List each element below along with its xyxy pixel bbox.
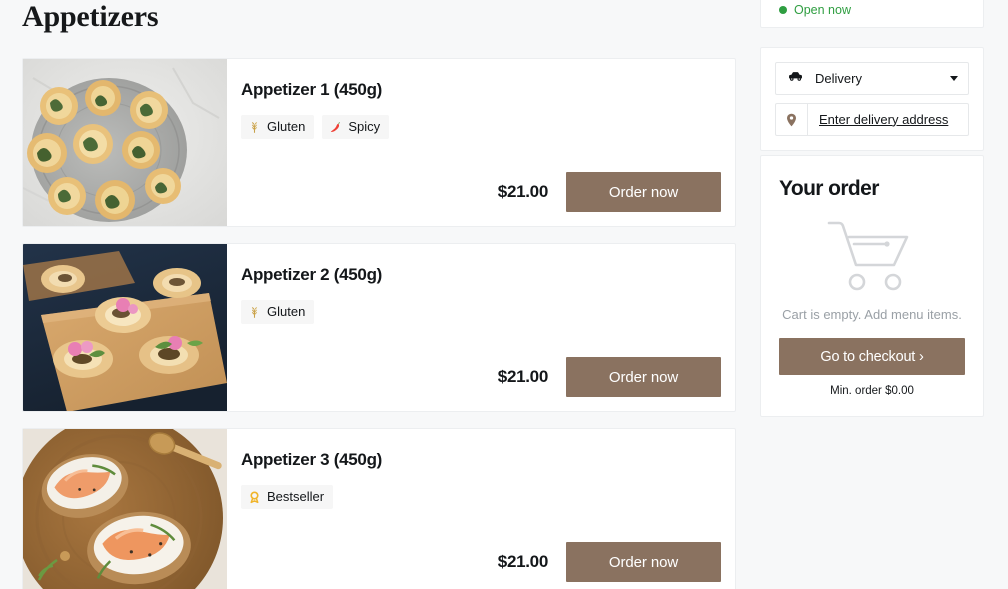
menu-item-price-row: $21.00 Order now (498, 542, 721, 582)
order-now-button[interactable]: Order now (566, 172, 721, 212)
badge-label: Spicy (348, 119, 381, 134)
go-to-checkout-button[interactable]: Go to checkout › (779, 338, 965, 375)
order-now-button[interactable]: Order now (566, 357, 721, 397)
page-title: Appetizers (22, 0, 159, 33)
menu-item-image[interactable] (23, 59, 227, 226)
menu-item-image[interactable] (23, 429, 227, 589)
status-label: Open now (794, 3, 851, 17)
order-panel-title: Your order (779, 177, 879, 200)
menu-item-price: $21.00 (497, 182, 549, 201)
status-badge: Open now (779, 3, 851, 17)
badge-gluten: Gluten (241, 115, 315, 139)
medal-icon (248, 490, 261, 504)
delivery-method-label: Delivery (815, 70, 862, 86)
menu-item-card[interactable]: Appetizer 1 (450g) Gluten Spicy $21.00 O… (22, 58, 736, 227)
menu-item-details: Appetizer 1 (450g) Gluten Spicy $21.00 O… (227, 59, 735, 226)
menu-item-image[interactable] (23, 244, 227, 411)
minimum-order-text: Min. order $0.00 (830, 385, 914, 397)
menu-item-details: Appetizer 2 (450g) Gluten $21.00 Order n… (227, 244, 735, 411)
delivery-method-select[interactable]: Delivery (775, 62, 969, 95)
menu-item-badges: Gluten (241, 300, 721, 324)
restaurant-status-panel: Open now (760, 0, 984, 28)
restaurant-menu-page: Appetizers Appetizer 1 (450g) Gluten Spi… (0, 0, 1008, 589)
badge-label: Gluten (267, 119, 306, 134)
status-dot-icon (779, 6, 787, 14)
delivery-address-link[interactable]: Enter delivery address (819, 112, 948, 128)
menu-item-title: Appetizer 1 (450g) (241, 80, 383, 99)
menu-item-badges: Bestseller (241, 485, 721, 509)
delivery-panel: Delivery Enter delivery address (760, 47, 984, 151)
delivery-address-field[interactable]: Enter delivery address (775, 103, 969, 136)
menu-item-card[interactable]: Appetizer 3 (450g) Bestseller $21.00 Ord… (22, 428, 736, 589)
wheat-icon (248, 121, 261, 134)
menu-column: Appetizers Appetizer 1 (450g) Gluten Spi… (22, 0, 736, 589)
chili-pepper-icon (329, 121, 342, 134)
location-pin-icon (776, 104, 808, 135)
order-now-button[interactable]: Order now (566, 542, 721, 582)
badge-gluten: Gluten (241, 300, 315, 324)
menu-item-card[interactable]: Appetizer 2 (450g) Gluten $21.00 Order n… (22, 243, 736, 412)
menu-item-price: $21.00 (497, 552, 549, 571)
menu-item-details: Appetizer 3 (450g) Bestseller $21.00 Ord… (227, 429, 735, 589)
badge-spicy: Spicy (322, 115, 390, 139)
order-cart-panel: Your order Cart is empty. Add menu items… (760, 155, 984, 417)
badge-bestseller: Bestseller (241, 485, 334, 509)
wheat-icon (248, 306, 261, 319)
menu-item-price-row: $21.00 Order now (498, 357, 721, 397)
menu-item-title: Appetizer 3 (450g) (241, 450, 383, 469)
menu-item-price-row: $21.00 Order now (498, 172, 721, 212)
car-icon (787, 70, 804, 88)
menu-item-badges: Gluten Spicy (241, 115, 721, 139)
menu-item-price: $21.00 (497, 367, 549, 386)
menu-item-title: Appetizer 2 (450g) (241, 265, 383, 284)
shopping-cart-icon (824, 216, 920, 294)
badge-label: Bestseller (267, 489, 325, 504)
chevron-down-icon (950, 76, 958, 81)
badge-label: Gluten (267, 304, 306, 319)
cart-empty-message: Cart is empty. Add menu items. (782, 307, 962, 322)
